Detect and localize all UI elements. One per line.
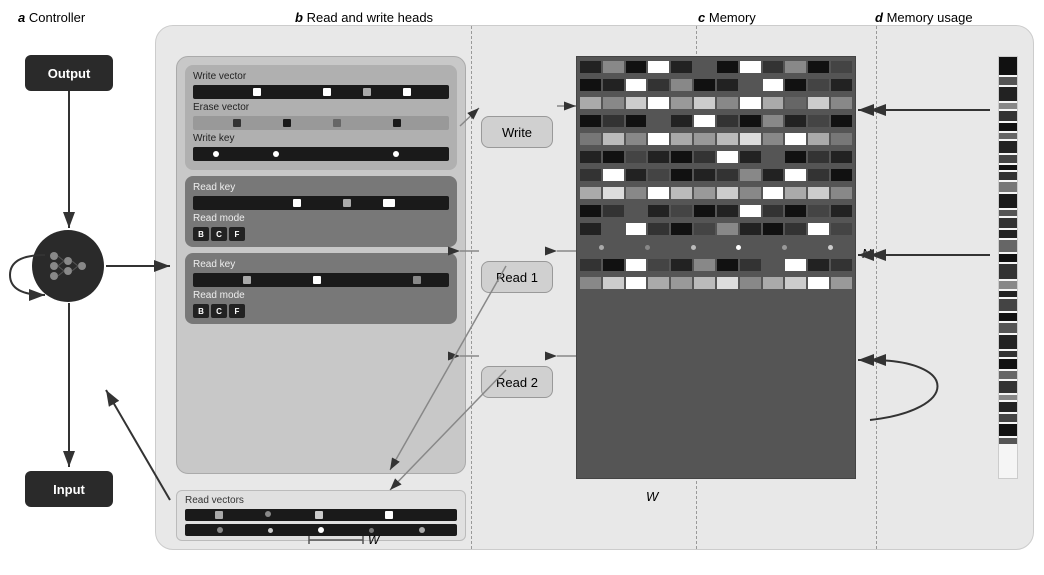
read-key-2-bar bbox=[193, 273, 449, 287]
section-b-label: b Read and write heads bbox=[295, 10, 433, 25]
controller-circle bbox=[32, 230, 104, 302]
erase-vector-label: Erase vector bbox=[193, 102, 449, 113]
read1-button[interactable]: Read 1 bbox=[481, 261, 553, 293]
write-key-label: Write key bbox=[193, 133, 449, 144]
read-vectors-label: Read vectors bbox=[185, 495, 457, 506]
write-button[interactable]: Write bbox=[481, 116, 553, 148]
read2-button[interactable]: Read 2 bbox=[481, 366, 553, 398]
w-label-memory: W bbox=[646, 489, 658, 504]
write-key-bar bbox=[193, 147, 449, 161]
n-label: N bbox=[862, 246, 871, 261]
mode-b-2: B bbox=[193, 304, 209, 318]
section-c-label: c Memory bbox=[698, 10, 756, 25]
memory-grid bbox=[576, 56, 856, 479]
write-vector-label: Write vector bbox=[193, 71, 449, 82]
read-head-1-group: Read key Read mode B C F bbox=[185, 176, 457, 247]
usage-bar bbox=[998, 56, 1018, 479]
read-key-1-bar bbox=[193, 196, 449, 210]
divider-1 bbox=[471, 26, 472, 549]
divider-3 bbox=[876, 26, 877, 549]
rw-heads-panel: Write vector Erase vector Write key bbox=[176, 56, 466, 474]
w-label-vectors: W bbox=[306, 533, 379, 547]
read-mode-2-badges: B C F bbox=[193, 304, 449, 318]
read-key-1-label: Read key bbox=[193, 182, 449, 193]
read-key-2-label: Read key bbox=[193, 259, 449, 270]
read-head-2-group: Read key Read mode B C F bbox=[185, 253, 457, 324]
mode-f-2: F bbox=[229, 304, 245, 318]
read-mode-1-badges: B C F bbox=[193, 227, 449, 241]
read-mode-2-label: Read mode bbox=[193, 290, 449, 301]
output-box: Output bbox=[25, 55, 113, 91]
main-panel: Write vector Erase vector Write key bbox=[155, 25, 1034, 550]
mode-f-1: F bbox=[229, 227, 245, 241]
mode-c-2: C bbox=[211, 304, 227, 318]
input-box: Input bbox=[25, 471, 113, 507]
write-vector-bar bbox=[193, 85, 449, 99]
mode-b-1: B bbox=[193, 227, 209, 241]
diagram-container: a Controller b Read and write heads c Me… bbox=[0, 0, 1044, 575]
erase-vector-bar bbox=[193, 116, 449, 130]
section-a-label: a Controller bbox=[18, 10, 85, 25]
write-head-group: Write vector Erase vector Write key bbox=[185, 65, 457, 170]
nn-icon bbox=[46, 244, 90, 288]
w-bracket-svg bbox=[306, 533, 366, 547]
mode-c-1: C bbox=[211, 227, 227, 241]
read-mode-1-label: Read mode bbox=[193, 213, 449, 224]
